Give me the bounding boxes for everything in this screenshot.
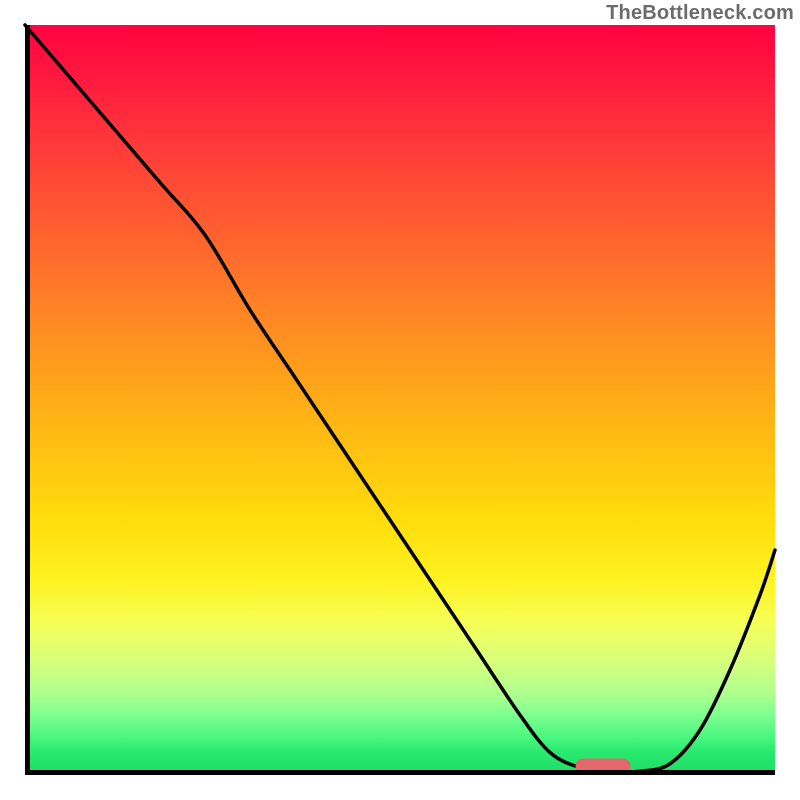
watermark-text: TheBottleneck.com: [606, 2, 794, 25]
bottleneck-curve: [25, 25, 775, 772]
chart-root: TheBottleneck.com: [0, 0, 800, 800]
curve-svg: [25, 25, 775, 775]
optimum-marker: [575, 759, 630, 774]
plot-area: [25, 25, 775, 775]
